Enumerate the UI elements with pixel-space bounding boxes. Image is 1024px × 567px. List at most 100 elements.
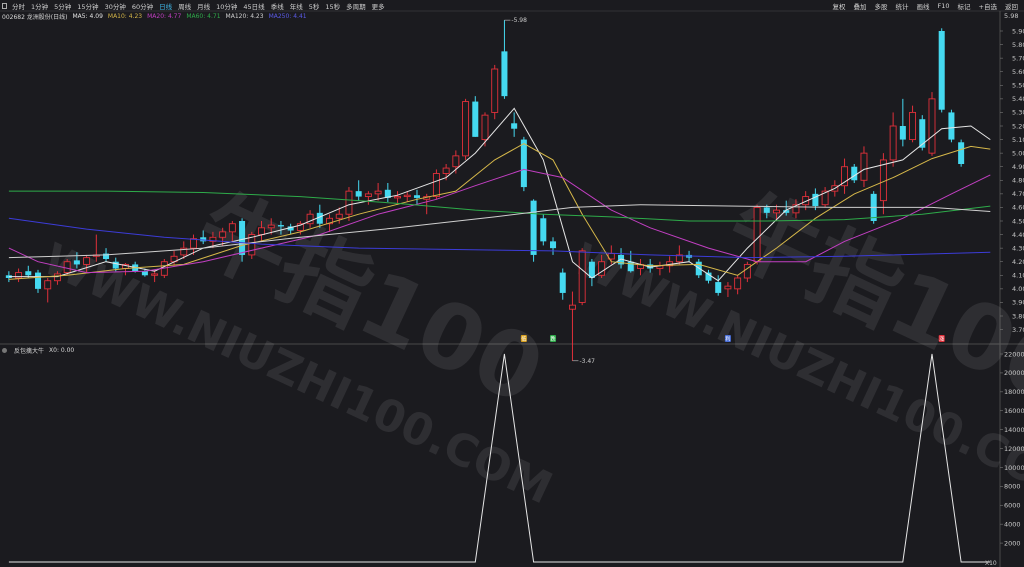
indicator-tick-label: 12000 bbox=[1004, 445, 1024, 453]
price-tick-label: 5.90 bbox=[1012, 27, 1024, 35]
price-tick-label: 5.30 bbox=[1012, 109, 1024, 117]
event-tag-label: 低 bbox=[521, 336, 526, 343]
price-tick-label: 3.80 bbox=[1012, 312, 1024, 320]
low-marker-label: -3.47 bbox=[579, 358, 595, 365]
candle-body-down bbox=[851, 166, 858, 181]
candle-body-down bbox=[200, 237, 207, 242]
candle-body-up bbox=[53, 273, 61, 282]
candle-body-down bbox=[540, 218, 547, 242]
high-marker-label: -5.98 bbox=[511, 17, 527, 24]
price-tick-label: 4.00 bbox=[1012, 285, 1024, 293]
price-tick-label: 4.80 bbox=[1012, 177, 1024, 185]
price-tick-label: 4.60 bbox=[1012, 204, 1024, 212]
indicator-bottom-label: X10 bbox=[985, 560, 997, 567]
price-tick-label: 5.70 bbox=[1012, 54, 1024, 62]
indicator-tick-label: 2000 bbox=[1004, 539, 1021, 547]
candle-body-down bbox=[239, 221, 246, 255]
price-tick-label: 4.70 bbox=[1012, 190, 1024, 198]
candle-body-up bbox=[219, 231, 227, 238]
candle-body-up bbox=[734, 277, 742, 290]
candle-body-up bbox=[452, 155, 460, 168]
candle-body-up bbox=[928, 98, 936, 154]
current-price-label: 5.98 bbox=[1004, 12, 1018, 20]
candle-body-down bbox=[413, 195, 420, 198]
candle-body-down bbox=[550, 241, 557, 249]
candle-body-up bbox=[909, 111, 917, 141]
candle-body-up bbox=[403, 194, 411, 198]
candle-body-up bbox=[442, 167, 450, 174]
event-tag-label: 涨 bbox=[939, 336, 944, 343]
candle-body-up bbox=[773, 209, 780, 214]
indicator-tick-label: 16000 bbox=[1004, 407, 1024, 415]
candle-body-down bbox=[25, 271, 32, 276]
candle-body-down bbox=[530, 200, 537, 255]
price-tick-label: 4.10 bbox=[1012, 272, 1024, 280]
candle-body-up bbox=[15, 272, 23, 279]
candle-body-up bbox=[568, 304, 576, 310]
candle-body-up bbox=[228, 223, 236, 233]
candle-body-down bbox=[34, 272, 42, 289]
candle-body-down bbox=[511, 123, 518, 129]
candle-body-down bbox=[899, 126, 906, 140]
candle-body-up bbox=[394, 196, 402, 199]
candle-body-up bbox=[364, 193, 372, 198]
indicator-tick-label: 8000 bbox=[1004, 483, 1021, 491]
candle-body-down bbox=[948, 112, 955, 140]
candle-body-up bbox=[345, 190, 353, 215]
price-tick-label: 4.40 bbox=[1012, 231, 1024, 239]
candle-body-down bbox=[958, 142, 965, 164]
price-tick-label: 5.60 bbox=[1012, 68, 1024, 76]
price-tick-label: 3.70 bbox=[1012, 326, 1024, 334]
candle-body-up bbox=[335, 213, 343, 219]
indicator-tick-label: 22000 bbox=[1004, 350, 1024, 358]
candle-body-down bbox=[588, 261, 595, 278]
chart-canvas: 牛指100WWW.NIUZHI100.COM 牛指100WWW.NIUZHI100… bbox=[0, 10, 1024, 567]
candle-body-down bbox=[559, 272, 566, 293]
price-tick-label: 4.20 bbox=[1012, 258, 1024, 266]
indicator-tick-label: 4000 bbox=[1004, 520, 1021, 528]
event-tag-label: 利 bbox=[725, 336, 730, 343]
price-tick-label: 4.90 bbox=[1012, 163, 1024, 171]
price-tick-label: 5.10 bbox=[1012, 136, 1024, 144]
candle-body-up bbox=[44, 280, 52, 290]
candle-body-up bbox=[481, 114, 489, 141]
candle-body-down bbox=[919, 119, 926, 148]
price-tick-label: 4.50 bbox=[1012, 217, 1024, 225]
candle-body-up bbox=[151, 273, 159, 276]
price-tick-label: 5.00 bbox=[1012, 149, 1024, 157]
candle-body-up bbox=[63, 261, 71, 274]
price-tick-label: 5.40 bbox=[1012, 95, 1024, 103]
price-tick-label: 3.90 bbox=[1012, 299, 1024, 307]
candle-body-up bbox=[374, 190, 382, 195]
candle-body-up bbox=[491, 68, 499, 113]
candle-body-down bbox=[141, 271, 148, 276]
candle-body-up bbox=[462, 101, 470, 157]
watermark: 牛指100WWW.NIUZHI100.COM 牛指100WWW.NIUZHI100… bbox=[35, 175, 1024, 515]
candle-body-up bbox=[724, 285, 732, 290]
candle-body-up bbox=[889, 125, 897, 161]
candle-body-down bbox=[355, 191, 362, 197]
price-tick-label: 5.20 bbox=[1012, 122, 1024, 130]
candle-body-up bbox=[83, 257, 91, 265]
candle-body-up bbox=[432, 173, 440, 198]
candle-body-down bbox=[763, 207, 770, 213]
candle-body-down bbox=[938, 31, 945, 110]
candle-body-up bbox=[860, 152, 868, 181]
event-tag-label: 跌 bbox=[551, 336, 556, 343]
candle-body-up bbox=[578, 250, 586, 303]
candle-body-down bbox=[73, 260, 80, 265]
candle-body-up bbox=[267, 224, 275, 229]
candle-body-down bbox=[715, 282, 722, 293]
indicator-tick-label: 6000 bbox=[1004, 502, 1021, 510]
candle-body-down bbox=[520, 139, 527, 188]
candle-body-down bbox=[501, 51, 508, 97]
indicator-tick-label: 14000 bbox=[1004, 426, 1024, 434]
indicator-tick-label: 10000 bbox=[1004, 464, 1024, 472]
candle-body-up bbox=[258, 227, 265, 236]
candle-body-down bbox=[472, 101, 479, 137]
indicator-tick-label: 20000 bbox=[1004, 369, 1024, 377]
candle-body-up bbox=[753, 206, 761, 263]
price-tick-label: 4.30 bbox=[1012, 244, 1024, 252]
candle-body-up bbox=[190, 238, 197, 249]
price-tick-label: 5.50 bbox=[1012, 82, 1024, 90]
